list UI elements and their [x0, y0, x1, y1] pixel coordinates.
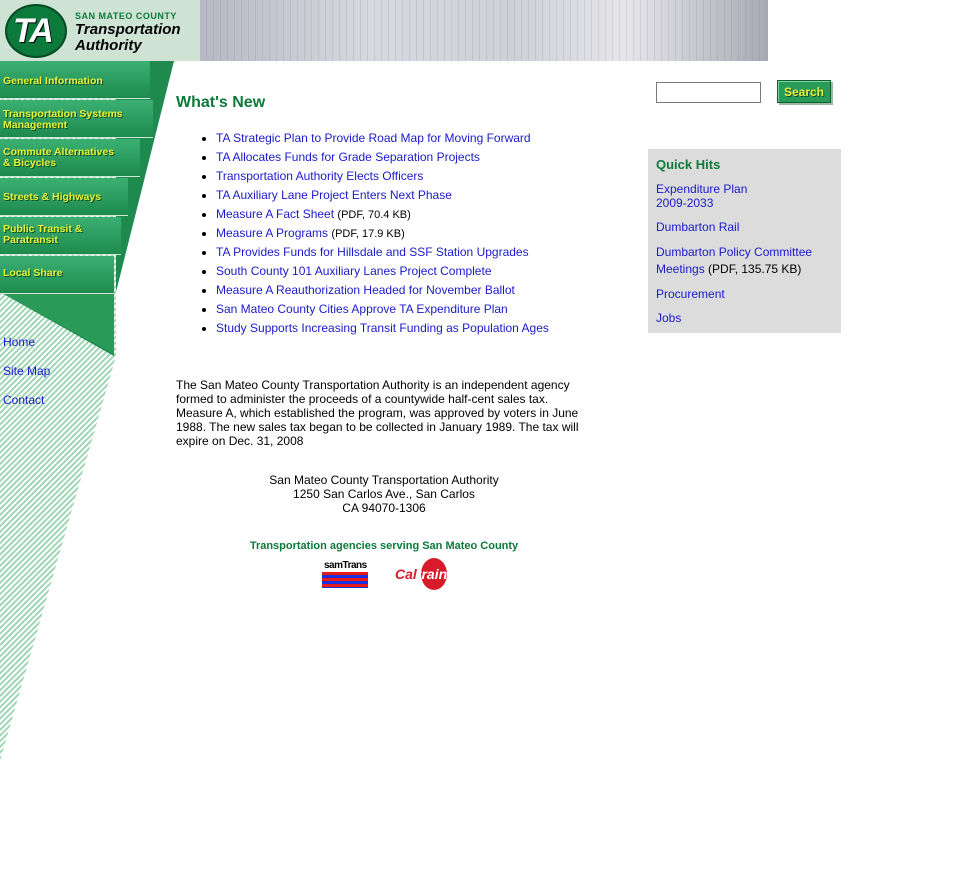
address-line1: San Mateo County Transportation Authorit…	[269, 473, 499, 487]
caltrain-logo[interactable]: Caltrain	[395, 558, 449, 590]
nav-streets-highways[interactable]: Streets & Highways	[0, 178, 128, 216]
contact-link[interactable]: Contact	[3, 393, 44, 407]
search-button[interactable]: Search	[777, 80, 831, 103]
news-link[interactable]: Measure A Reauthorization Headed for Nov…	[216, 283, 515, 297]
list-item: South County 101 Auxiliary Lanes Project…	[216, 262, 549, 281]
news-link[interactable]: TA Allocates Funds for Grade Separation …	[216, 150, 480, 164]
list-item: Measure A Reauthorization Headed for Nov…	[216, 281, 549, 300]
logo-name-line1: Transportation	[75, 21, 181, 38]
list-item: Transportation Authority Elects Officers	[216, 167, 549, 186]
quick-hits-title: Quick Hits	[656, 157, 721, 172]
site-map-link[interactable]: Site Map	[3, 364, 50, 378]
news-link[interactable]: Measure A Fact Sheet	[216, 207, 334, 221]
nav-commute-alternatives[interactable]: Commute Alternatives & Bicycles	[0, 139, 140, 177]
file-info: (PDF, 70.4 KB)	[337, 209, 411, 221]
news-link[interactable]: South County 101 Auxiliary Lanes Project…	[216, 264, 492, 278]
list-item: Measure A Programs (PDF, 17.9 KB)	[216, 224, 549, 243]
file-info: (PDF, 17.9 KB)	[331, 228, 405, 240]
quick-hit-jobs[interactable]: Jobs	[656, 311, 681, 325]
caltrain-logo-text: Caltrain	[395, 566, 447, 582]
address-line2: 1250 San Carlos Ave., San Carlos	[293, 487, 475, 501]
quick-hit-dumbarton-rail[interactable]: Dumbarton Rail	[656, 220, 739, 234]
news-link[interactable]: TA Auxiliary Lane Project Enters Next Ph…	[216, 188, 452, 202]
nav-local-share[interactable]: Local Share	[0, 256, 114, 294]
search-input[interactable]	[656, 82, 761, 103]
ta-logo[interactable]: TA SAN MATEO COUNTY Transportation Autho…	[0, 0, 200, 61]
list-item: TA Auxiliary Lane Project Enters Next Ph…	[216, 186, 549, 205]
news-link[interactable]: Study Supports Increasing Transit Fundin…	[216, 321, 549, 335]
nav-label-line2: & Bicycles	[3, 157, 57, 169]
nav-label: Local Share	[3, 267, 63, 279]
nav-transportation-systems-management[interactable]: Transportation Systems Management	[0, 100, 153, 138]
nav-label-line2: Management	[3, 119, 68, 131]
news-list: TA Strategic Plan to Provide Road Map fo…	[176, 129, 549, 338]
logo-mark-text: TA	[13, 12, 54, 50]
quick-hit-dumbarton-committee: Dumbarton Policy Committee Meetings (PDF…	[656, 244, 812, 278]
quick-hits-panel: Quick Hits Expenditure Plan 2009-2033 Du…	[648, 149, 841, 333]
address-block: San Mateo County Transportation Authorit…	[176, 473, 592, 515]
quick-hit-line2: 2009-2033	[656, 196, 714, 210]
banner-photo	[200, 0, 768, 61]
page-title: What's New	[176, 94, 266, 111]
quick-hit-procurement[interactable]: Procurement	[656, 287, 725, 301]
news-link[interactable]: San Mateo County Cities Approve TA Expen…	[216, 302, 508, 316]
file-info: (PDF, 135.75 KB)	[708, 262, 802, 276]
header-banner: TA SAN MATEO COUNTY Transportation Autho…	[0, 0, 768, 61]
caltrain-text-train: train	[416, 566, 448, 582]
list-item: Study Supports Increasing Transit Fundin…	[216, 319, 549, 338]
home-link[interactable]: Home	[3, 335, 35, 349]
list-item: TA Provides Funds for Hillsdale and SSF …	[216, 243, 549, 262]
nav-label: General Information	[3, 75, 103, 87]
address-line3: CA 94070-1306	[342, 501, 426, 515]
news-link[interactable]: TA Provides Funds for Hillsdale and SSF …	[216, 245, 529, 259]
nav-label-line2: Paratransit	[3, 234, 58, 246]
about-paragraph: The San Mateo County Transportation Auth…	[176, 378, 579, 448]
samtrans-stripes	[322, 572, 368, 588]
list-item: Measure A Fact Sheet (PDF, 70.4 KB)	[216, 205, 549, 224]
news-link[interactable]: Measure A Programs	[216, 226, 328, 240]
samtrans-logo[interactable]: samTrans	[322, 560, 368, 588]
list-item: San Mateo County Cities Approve TA Expen…	[216, 300, 549, 319]
sidebar: General Information Transportation Syste…	[0, 61, 180, 761]
nav-general-information[interactable]: General Information	[0, 61, 150, 99]
logo-name-line2: Authority	[75, 37, 142, 54]
nav-public-transit[interactable]: Public Transit & Paratransit	[0, 217, 121, 255]
quick-hit-meetings-link[interactable]: Meetings	[656, 262, 705, 276]
nav-label: Streets & Highways	[3, 191, 102, 203]
caltrain-text-cal: Cal	[395, 566, 417, 582]
news-link[interactable]: Transportation Authority Elects Officers	[216, 169, 423, 183]
samtrans-logo-text: samTrans	[324, 560, 367, 571]
list-item: TA Strategic Plan to Provide Road Map fo…	[216, 129, 549, 148]
news-link[interactable]: TA Strategic Plan to Provide Road Map fo…	[216, 131, 531, 145]
quick-hit-expenditure-plan[interactable]: Expenditure Plan 2009-2033	[656, 182, 747, 210]
list-item: TA Allocates Funds for Grade Separation …	[216, 148, 549, 167]
quick-hit-dumbarton-committee-link[interactable]: Dumbarton Policy Committee	[656, 245, 812, 259]
logo-county-text: SAN MATEO COUNTY	[75, 11, 177, 21]
agencies-label: Transportation agencies serving San Mate…	[249, 540, 519, 552]
ta-logo-mark: TA	[5, 4, 67, 58]
quick-hit-line1: Expenditure Plan	[656, 182, 748, 196]
